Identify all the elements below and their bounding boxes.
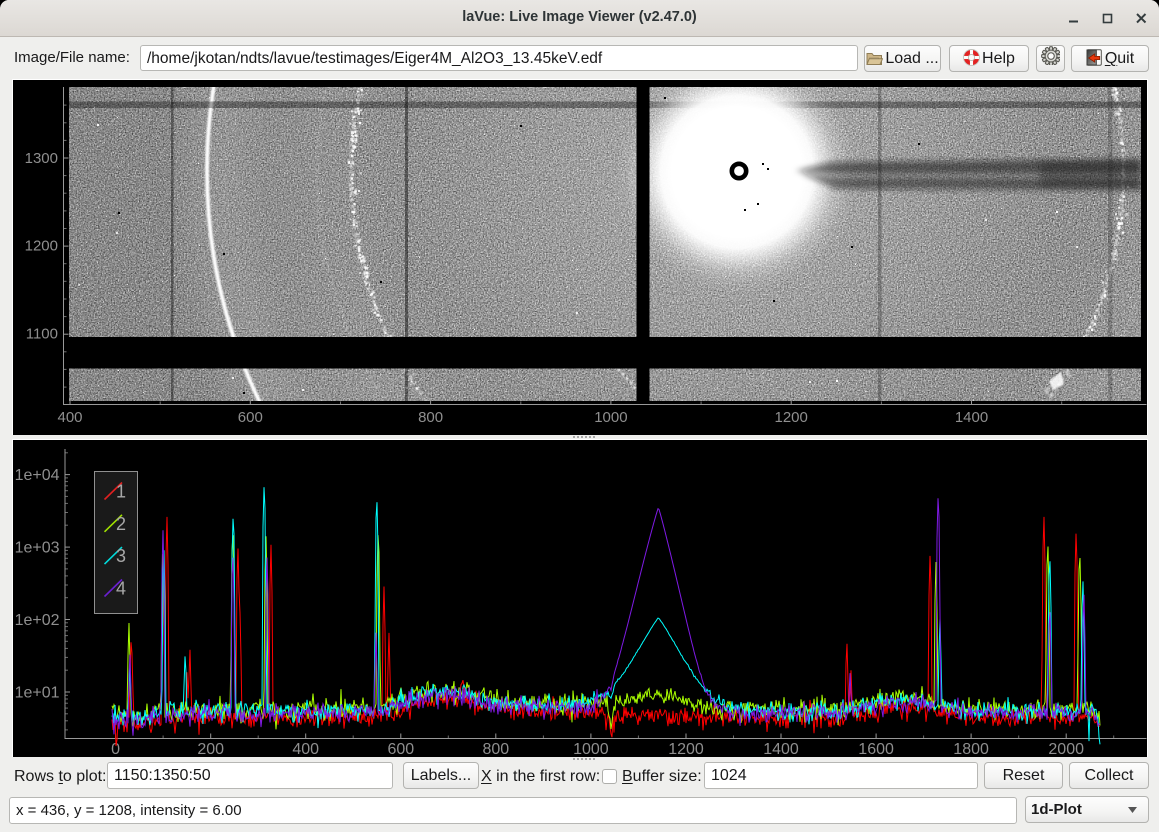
svg-text:1000: 1000 — [594, 409, 627, 426]
svg-text:600: 600 — [387, 741, 414, 757]
svg-text:1e+03: 1e+03 — [15, 540, 60, 557]
svg-text:1e+04: 1e+04 — [15, 467, 60, 484]
svg-text:1200: 1200 — [25, 238, 58, 255]
svg-text:2000: 2000 — [1048, 741, 1084, 757]
svg-text:2: 2 — [116, 514, 126, 534]
svg-text:1800: 1800 — [953, 741, 989, 757]
svg-text:1300: 1300 — [25, 150, 58, 167]
svg-text:800: 800 — [418, 409, 443, 426]
svg-text:1100: 1100 — [26, 326, 58, 343]
svg-text:1200: 1200 — [668, 741, 704, 757]
svg-text:600: 600 — [238, 409, 263, 426]
svg-text:400: 400 — [57, 409, 82, 426]
svg-text:1400: 1400 — [763, 741, 799, 757]
svg-text:3: 3 — [116, 546, 126, 566]
svg-text:800: 800 — [482, 741, 509, 757]
svg-text:1000: 1000 — [573, 741, 609, 757]
svg-text:1600: 1600 — [858, 741, 894, 757]
svg-text:4: 4 — [116, 579, 126, 599]
svg-text:1e+01: 1e+01 — [15, 685, 60, 702]
svg-text:1: 1 — [116, 482, 126, 502]
svg-text:400: 400 — [292, 741, 319, 757]
svg-text:200: 200 — [197, 741, 224, 757]
svg-text:1e+02: 1e+02 — [15, 612, 60, 629]
svg-text:1200: 1200 — [775, 409, 808, 426]
svg-text:1400: 1400 — [955, 409, 988, 426]
